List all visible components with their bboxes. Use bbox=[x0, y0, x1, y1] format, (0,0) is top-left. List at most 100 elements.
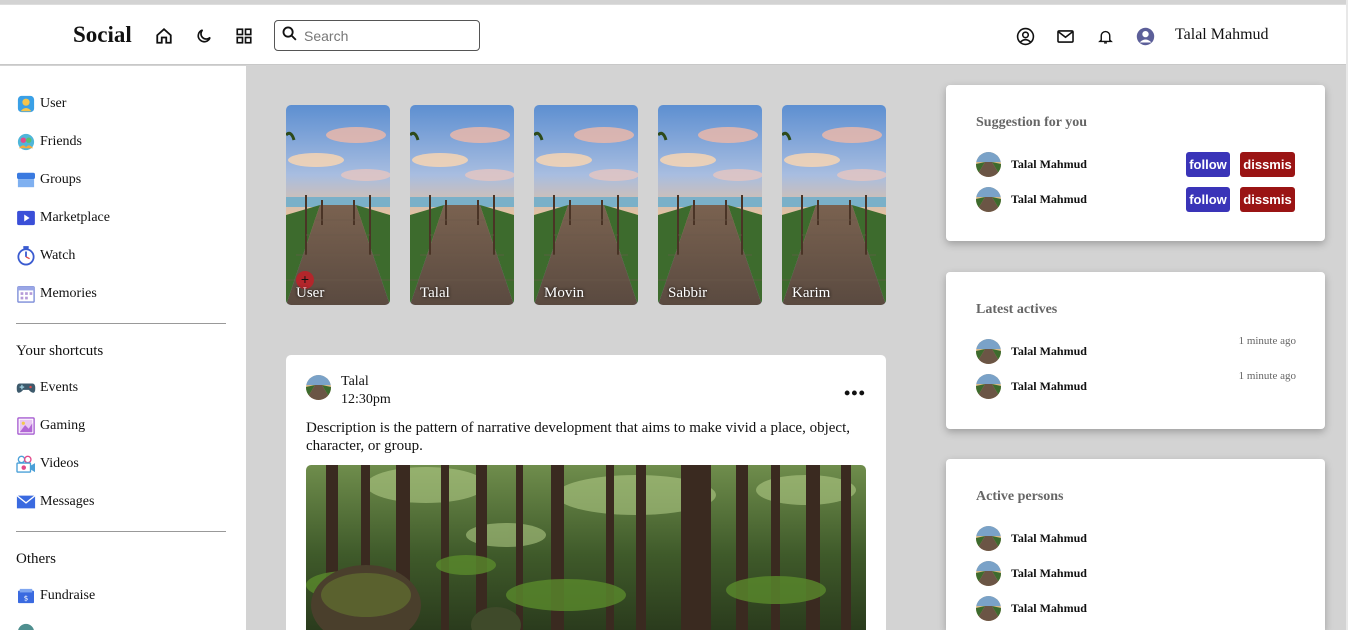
sidebar-item-watch[interactable]: Watch bbox=[16, 246, 75, 266]
gamepad-icon bbox=[16, 378, 36, 398]
watch-icon bbox=[16, 246, 36, 266]
activity-avatar[interactable] bbox=[976, 339, 1001, 364]
post-author[interactable]: Talal bbox=[341, 374, 369, 390]
groups-icon bbox=[16, 170, 36, 190]
suggestion-name[interactable]: Talal Mahmud bbox=[1011, 192, 1087, 207]
story-name: Talal bbox=[420, 285, 450, 301]
active-person-row: Talal Mahmud bbox=[976, 596, 1296, 621]
sidebar-item-label: Groups bbox=[40, 172, 82, 187]
sidebar-item-label: Fundraise bbox=[40, 588, 96, 603]
post-image bbox=[306, 465, 866, 630]
sidebar-item-label: Marketplace bbox=[40, 210, 110, 225]
story-image bbox=[658, 105, 762, 305]
latest-actives-title: Latest actives bbox=[976, 302, 1058, 317]
post-card: Talal 12:30pm ••• Description is the pat… bbox=[286, 355, 886, 630]
home-icon[interactable] bbox=[153, 25, 175, 47]
fundraise-icon: $ bbox=[16, 586, 36, 606]
sidebar-item-label: Events bbox=[40, 380, 79, 395]
logo[interactable]: Social bbox=[73, 22, 132, 48]
active-person-avatar[interactable] bbox=[976, 561, 1001, 586]
story-name: Karim bbox=[792, 285, 831, 301]
sidebar-item-label: Messages bbox=[40, 494, 95, 509]
story-name: User bbox=[296, 285, 325, 301]
active-persons-title: Active persons bbox=[976, 489, 1064, 504]
active-person-name[interactable]: Talal Mahmud bbox=[1011, 531, 1087, 546]
activity-name[interactable]: Talal Mahmud bbox=[1011, 344, 1087, 359]
active-person-avatar[interactable] bbox=[976, 596, 1001, 621]
activity-name[interactable]: Talal Mahmud bbox=[1011, 379, 1087, 394]
active-person-row: Talal Mahmud bbox=[976, 561, 1296, 586]
user-avatar-icon[interactable] bbox=[1134, 25, 1156, 47]
activity-row: Talal Mahmud 1 minute ago bbox=[976, 335, 1296, 364]
sidebar-item-label: Gaming bbox=[40, 418, 86, 433]
activity-time: 1 minute ago bbox=[1238, 370, 1296, 382]
sidebar-item-events[interactable]: Events bbox=[16, 378, 78, 398]
search-input[interactable] bbox=[304, 27, 464, 44]
header-username[interactable]: Talal Mahmud bbox=[1175, 26, 1269, 44]
follow-button[interactable]: follow bbox=[1186, 152, 1230, 177]
sidebar-item-marketplace[interactable]: Marketplace bbox=[16, 208, 110, 228]
sidebar-item-label: Friends bbox=[40, 134, 82, 149]
story-card[interactable]: Movin bbox=[534, 105, 638, 305]
active-person-avatar[interactable] bbox=[976, 526, 1001, 551]
profile-icon[interactable] bbox=[1014, 25, 1036, 47]
story-image bbox=[534, 105, 638, 305]
story-name: Sabbir bbox=[668, 285, 708, 301]
sidebar-item-label: Watch bbox=[40, 248, 76, 263]
sidebar-item-gaming[interactable]: Gaming bbox=[16, 416, 85, 436]
memories-icon bbox=[16, 284, 36, 304]
suggestion-row: Talal Mahmud follow dissmis bbox=[976, 152, 1296, 177]
story-card[interactable]: Talal bbox=[410, 105, 514, 305]
dismiss-button[interactable]: dissmis bbox=[1240, 152, 1295, 177]
top-bar: Social Talal Mahmud bbox=[0, 4, 1346, 65]
follow-button[interactable]: follow bbox=[1186, 187, 1230, 212]
story-name: Movin bbox=[544, 285, 585, 301]
sidebar-item-messages[interactable]: Messages bbox=[16, 492, 94, 512]
dark-mode-icon[interactable] bbox=[193, 25, 215, 47]
sidebar-item-friends[interactable]: Friends bbox=[16, 132, 82, 152]
dismiss-button[interactable]: dissmis bbox=[1240, 187, 1295, 212]
suggestions-title: Suggestion for you bbox=[976, 115, 1087, 130]
latest-actives-card: Latest actives Talal Mahmud 1 minute ago… bbox=[946, 272, 1325, 429]
post-author-avatar[interactable] bbox=[306, 375, 331, 400]
partial-icon bbox=[16, 622, 36, 630]
shortcuts-heading: Your shortcuts bbox=[16, 343, 104, 359]
suggestion-row: Talal Mahmud follow dissmis bbox=[976, 187, 1296, 212]
active-persons-card: Active persons Talal Mahmud Talal Mahmud… bbox=[946, 459, 1325, 630]
story-card-user[interactable]: + User bbox=[286, 105, 390, 305]
messages-icon bbox=[16, 492, 36, 512]
sidebar-item-label: Memories bbox=[40, 286, 97, 301]
suggestion-avatar[interactable] bbox=[976, 152, 1001, 177]
left-sidebar: User Friends Groups Marketplace Watch Me… bbox=[0, 66, 246, 630]
sidebar-item-partial[interactable] bbox=[16, 622, 40, 630]
active-person-name[interactable]: Talal Mahmud bbox=[1011, 601, 1087, 616]
sidebar-divider bbox=[16, 323, 226, 324]
svg-text:$: $ bbox=[24, 593, 29, 602]
post-description: Description is the pattern of narrative … bbox=[306, 420, 850, 454]
story-card[interactable]: Karim bbox=[782, 105, 886, 305]
story-image bbox=[410, 105, 514, 305]
activity-avatar[interactable] bbox=[976, 374, 1001, 399]
sidebar-item-groups[interactable]: Groups bbox=[16, 170, 81, 190]
sidebar-item-fundraise[interactable]: $ Fundraise bbox=[16, 586, 95, 606]
gaming-icon bbox=[16, 416, 36, 436]
sidebar-item-videos[interactable]: Videos bbox=[16, 454, 79, 474]
marketplace-icon bbox=[16, 208, 36, 228]
active-person-row: Talal Mahmud bbox=[976, 526, 1296, 551]
videos-icon bbox=[16, 454, 36, 474]
sidebar-item-label: Videos bbox=[40, 456, 79, 471]
post-time: 12:30pm bbox=[341, 392, 391, 407]
apps-grid-icon[interactable] bbox=[233, 25, 255, 47]
search-box[interactable] bbox=[274, 20, 480, 51]
suggestion-avatar[interactable] bbox=[976, 187, 1001, 212]
others-heading: Others bbox=[16, 551, 56, 567]
active-person-name[interactable]: Talal Mahmud bbox=[1011, 566, 1087, 581]
story-card[interactable]: Sabbir bbox=[658, 105, 762, 305]
friends-icon bbox=[16, 132, 36, 152]
suggestion-name[interactable]: Talal Mahmud bbox=[1011, 157, 1087, 172]
mail-icon[interactable] bbox=[1054, 25, 1076, 47]
sidebar-item-memories[interactable]: Memories bbox=[16, 284, 97, 304]
sidebar-item-user[interactable]: User bbox=[16, 94, 66, 114]
more-options-icon[interactable]: ••• bbox=[844, 383, 866, 404]
notification-bell-icon[interactable] bbox=[1094, 25, 1116, 47]
